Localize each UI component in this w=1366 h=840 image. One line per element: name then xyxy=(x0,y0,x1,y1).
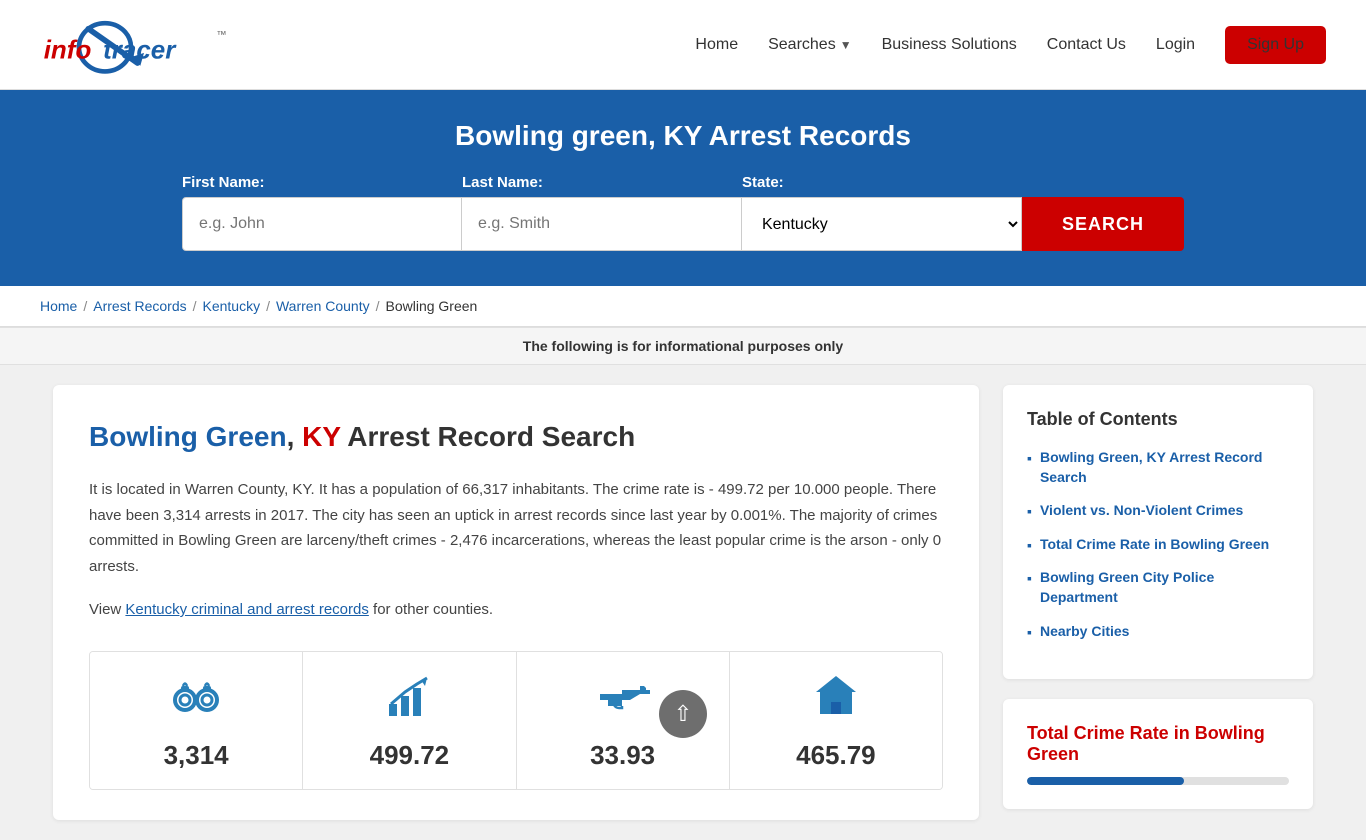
ky-records-link[interactable]: Kentucky criminal and arrest records xyxy=(125,601,368,618)
logo[interactable]: info tracer ™ xyxy=(40,12,244,77)
breadcrumb-home[interactable]: Home xyxy=(40,298,77,314)
toc-link-4[interactable]: Bowling Green City Police Department xyxy=(1040,568,1289,607)
heading-state: KY xyxy=(302,421,340,452)
breadcrumb-sep-2: / xyxy=(193,298,197,314)
toc-bullet-5: ▪ xyxy=(1027,624,1032,640)
nav-login[interactable]: Login xyxy=(1156,36,1195,54)
page-heading: Bowling Green, KY Arrest Record Search xyxy=(89,421,943,453)
breadcrumb-sep-4: / xyxy=(376,298,380,314)
toc-link-5[interactable]: Nearby Cities xyxy=(1040,622,1129,642)
hero-section: Bowling green, KY Arrest Records First N… xyxy=(0,90,1366,286)
stats-row: 3,314 499.72 xyxy=(89,651,943,790)
sidebar: Table of Contents ▪ Bowling Green, KY Ar… xyxy=(1003,385,1313,809)
toc-item-1: ▪ Bowling Green, KY Arrest Record Search xyxy=(1027,448,1289,487)
svg-text:™: ™ xyxy=(216,30,226,41)
header: info tracer ™ Home Searches ▼ Business S… xyxy=(0,0,1366,90)
crime-rate-box: Total Crime Rate in Bowling Green xyxy=(1003,699,1313,809)
search-form: First Name: Last Name: State: Kentucky A… xyxy=(133,174,1233,251)
breadcrumb-kentucky[interactable]: Kentucky xyxy=(203,298,261,314)
toc-link-1[interactable]: Bowling Green, KY Arrest Record Search xyxy=(1040,448,1289,487)
stat-crime-rate-value: 499.72 xyxy=(370,740,450,771)
stat-violent-value: 33.93 xyxy=(590,740,655,771)
heading-rest: Arrest Record Search xyxy=(347,421,635,452)
toc-title: Table of Contents xyxy=(1027,409,1289,430)
toc-link-3[interactable]: Total Crime Rate in Bowling Green xyxy=(1040,535,1269,555)
toc-item-2: ▪ Violent vs. Non-Violent Crimes xyxy=(1027,501,1289,521)
scroll-up-button[interactable]: ⇧ xyxy=(659,690,707,738)
toc-bullet-1: ▪ xyxy=(1027,450,1032,466)
breadcrumb-sep-1: / xyxy=(83,298,87,314)
breadcrumb: Home / Arrest Records / Kentucky / Warre… xyxy=(0,286,1366,327)
stat-arrests-value: 3,314 xyxy=(164,740,229,771)
chevron-down-icon: ▼ xyxy=(840,38,852,52)
toc-bullet-2: ▪ xyxy=(1027,503,1032,519)
main-description2: View Kentucky criminal and arrest record… xyxy=(89,597,943,623)
svg-text:tracer: tracer xyxy=(103,34,177,64)
svg-text:info: info xyxy=(44,34,92,64)
first-name-input[interactable] xyxy=(182,197,462,251)
toc-item-3: ▪ Total Crime Rate in Bowling Green xyxy=(1027,535,1289,555)
info-banner: The following is for informational purpo… xyxy=(0,327,1366,365)
toc-bullet-3: ▪ xyxy=(1027,537,1032,553)
heading-city: Bowling Green xyxy=(89,421,287,452)
toc-item-5: ▪ Nearby Cities xyxy=(1027,622,1289,642)
nav-signup[interactable]: Sign Up xyxy=(1225,26,1326,64)
state-group: State: Kentucky Alabama Alaska Arizona A… xyxy=(742,174,1022,251)
toc-box: Table of Contents ▪ Bowling Green, KY Ar… xyxy=(1003,385,1313,679)
toc-bullet-4: ▪ xyxy=(1027,570,1032,586)
main-description: It is located in Warren County, KY. It h… xyxy=(89,477,943,579)
main-content: Bowling Green, KY Arrest Record Search I… xyxy=(33,385,1333,820)
chart-icon xyxy=(383,670,435,730)
breadcrumb-bowling-green: Bowling Green xyxy=(386,298,478,314)
crime-bar xyxy=(1027,777,1289,785)
crime-rate-title: Total Crime Rate in Bowling Green xyxy=(1027,723,1289,765)
house-icon xyxy=(810,670,862,730)
nav-business-solutions[interactable]: Business Solutions xyxy=(882,36,1017,54)
search-button[interactable]: SEARCH xyxy=(1022,197,1184,251)
last-name-label: Last Name: xyxy=(462,174,543,191)
nav-home[interactable]: Home xyxy=(695,36,738,54)
breadcrumb-sep-3: / xyxy=(266,298,270,314)
handcuffs-icon xyxy=(170,670,222,730)
state-label: State: xyxy=(742,174,784,191)
breadcrumb-warren-county[interactable]: Warren County xyxy=(276,298,370,314)
nav-contact-us[interactable]: Contact Us xyxy=(1047,36,1126,54)
nav-searches[interactable]: Searches ▼ xyxy=(768,36,851,54)
breadcrumb-arrest-records[interactable]: Arrest Records xyxy=(93,298,186,314)
left-content: Bowling Green, KY Arrest Record Search I… xyxy=(53,385,979,820)
crime-bar-fill xyxy=(1027,777,1184,785)
gun-icon xyxy=(594,670,652,730)
last-name-group: Last Name: xyxy=(462,174,742,251)
toc-item-4: ▪ Bowling Green City Police Department xyxy=(1027,568,1289,607)
first-name-group: First Name: xyxy=(182,174,462,251)
stat-property-value: 465.79 xyxy=(796,740,876,771)
first-name-label: First Name: xyxy=(182,174,265,191)
hero-title: Bowling green, KY Arrest Records xyxy=(40,120,1326,152)
state-select[interactable]: Kentucky Alabama Alaska Arizona Arkansas… xyxy=(742,197,1022,251)
last-name-input[interactable] xyxy=(462,197,742,251)
main-nav: Home Searches ▼ Business Solutions Conta… xyxy=(695,26,1326,64)
toc-list: ▪ Bowling Green, KY Arrest Record Search… xyxy=(1027,448,1289,641)
toc-link-2[interactable]: Violent vs. Non-Violent Crimes xyxy=(1040,501,1243,521)
